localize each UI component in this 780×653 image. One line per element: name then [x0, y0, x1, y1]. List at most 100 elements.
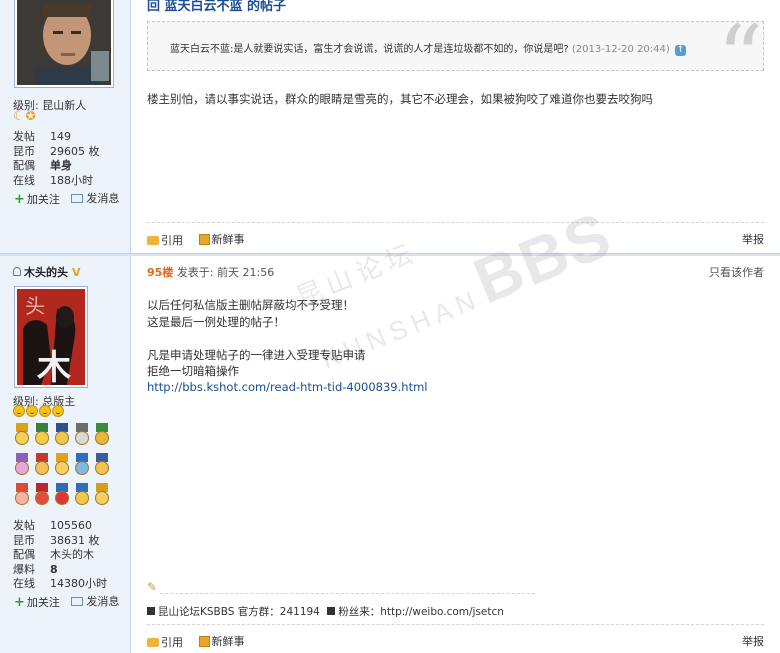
quote-text: 蓝天白云不蓝:是人就要说实话，富生才会说谎，说谎的人才是连垃圾都不如的，你说是吧…: [170, 40, 686, 56]
news-button[interactable]: 新鲜事: [198, 231, 245, 247]
medal-disc: [35, 431, 49, 445]
medal-icon[interactable]: [53, 483, 71, 507]
star-icon: ✪: [25, 109, 36, 123]
smile-icon: [13, 405, 25, 417]
avatar[interactable]: 头 木: [14, 286, 88, 388]
thread-link[interactable]: http://bbs.kshot.com/read-htm-tid-400083…: [147, 380, 427, 394]
medal-icon[interactable]: [13, 423, 31, 447]
medal-disc: [95, 491, 109, 505]
medal-icon[interactable]: [93, 423, 111, 447]
medal-icon[interactable]: [33, 453, 51, 477]
medal-icon[interactable]: [33, 423, 51, 447]
follow-button[interactable]: + 加关注: [14, 191, 60, 207]
rank-icons: [13, 405, 65, 420]
cite-button[interactable]: 引用: [147, 634, 183, 650]
medal-disc: [75, 461, 89, 475]
medal-icon[interactable]: [33, 483, 51, 507]
stat-value: 29605 枚: [50, 144, 100, 158]
medal-disc: [55, 461, 69, 475]
post-body-line: 以后任何私信版主删帖屏蔽均不予受理！: [147, 298, 354, 312]
square-icon: [147, 607, 155, 615]
message-label: 发消息: [86, 192, 120, 205]
medal-icon[interactable]: [73, 483, 91, 507]
medal-disc: [15, 491, 29, 505]
medal-icon[interactable]: [13, 453, 31, 477]
medal-grid: [13, 423, 111, 507]
cite-label: 引用: [161, 636, 183, 649]
medal-icon[interactable]: [13, 483, 31, 507]
stat-value: 单身: [50, 159, 72, 172]
stat-key: 在线: [13, 173, 35, 187]
cite-icon: [147, 637, 159, 647]
cite-icon: [147, 235, 159, 245]
signature: 昆山论坛KSBBS 官方群：241194 粉丝来：http://weibo.co…: [147, 604, 504, 619]
smile-icon: [52, 405, 64, 417]
report-button[interactable]: 举报: [742, 633, 764, 649]
user-actions: + 加关注 发消息: [14, 190, 127, 207]
medal-icon[interactable]: [73, 453, 91, 477]
medal-icon[interactable]: [73, 423, 91, 447]
signature-weibo[interactable]: 粉丝来：http://weibo.com/jsetcn: [338, 606, 504, 618]
cite-button[interactable]: 引用: [147, 232, 183, 248]
news-label: 新鲜事: [211, 233, 245, 246]
reply-title[interactable]: 回 蓝天白云不蓝 的帖子: [147, 0, 286, 14]
only-author-link[interactable]: 只看该作者: [709, 264, 764, 280]
post-toolbar: 引用 新鲜事 举报: [147, 633, 764, 650]
news-icon: [198, 233, 210, 245]
post-time: 发表于: 前天 21:56: [176, 266, 275, 279]
stat-value: 38631 枚: [50, 533, 100, 547]
stat-key: 在线: [13, 577, 35, 590]
post-meta: 95楼 发表于: 前天 21:56: [147, 264, 274, 280]
avatar-text-top: 头: [25, 294, 45, 318]
medal-disc: [95, 461, 109, 475]
quote-content: 蓝天白云不蓝:是人就要说实话，富生才会说谎，说谎的人才是连垃圾都不如的，你说是吧…: [170, 44, 569, 55]
avatar-text-bottom: 木: [36, 348, 71, 385]
signature-divider: [160, 593, 535, 594]
avatar[interactable]: [14, 0, 114, 88]
author-label: 木头的头: [24, 266, 68, 279]
quote-block: 蓝天白云不蓝:是人就要说实话，富生才会说谎，说谎的人才是连垃圾都不如的，你说是吧…: [147, 14, 764, 104]
news-button[interactable]: 新鲜事: [198, 633, 245, 649]
follow-label: 加关注: [26, 193, 60, 206]
message-button[interactable]: 发消息: [71, 190, 119, 206]
report-button[interactable]: 举报: [742, 231, 764, 247]
medal-disc: [15, 431, 29, 445]
verified-badge: V: [72, 266, 81, 279]
plus-icon: +: [14, 191, 25, 207]
follow-button[interactable]: + 加关注: [14, 594, 60, 610]
quote-mark-icon: “: [716, 6, 763, 111]
smile-icon: [26, 405, 38, 417]
cite-label: 引用: [161, 234, 183, 247]
news-icon: [198, 635, 210, 647]
medal-icon[interactable]: [53, 423, 71, 447]
medal-disc: [75, 431, 89, 445]
user-actions: + 加关注 发消息: [14, 593, 127, 610]
message-label: 发消息: [86, 595, 120, 608]
stat-value: 149: [50, 130, 71, 143]
medal-disc: [95, 431, 109, 445]
user-stat-row: 在线 188小时: [13, 172, 93, 188]
moon-icon: ☾: [13, 109, 25, 124]
jump-up-icon[interactable]: ↑: [674, 45, 686, 56]
stat-value: 188小时: [50, 173, 93, 187]
author-name[interactable]: 木头的头 V: [13, 264, 81, 280]
square-icon: [327, 607, 336, 615]
medal-disc: [35, 491, 49, 505]
stat-value: 木头的木: [50, 548, 94, 561]
quote-date: (2013-12-20 20:44): [571, 44, 670, 55]
medal-icon[interactable]: [93, 453, 111, 477]
signature-qq: 昆山论坛KSBBS 官方群：241194: [158, 606, 320, 618]
floor-number[interactable]: 95楼: [147, 266, 173, 279]
medal-icon[interactable]: [93, 483, 111, 507]
mail-icon: [71, 193, 84, 203]
medal-icon[interactable]: [53, 453, 71, 477]
stat-value: 105560: [50, 519, 92, 532]
medal-disc: [35, 461, 49, 475]
stat-value: 8: [50, 562, 58, 576]
stat-value: 14380小时: [50, 577, 107, 590]
user-stat-row: 在线 14380小时: [13, 575, 107, 591]
post-body-line: 凡是申请处理帖子的一律进入受理专贴申请: [147, 347, 366, 362]
message-button[interactable]: 发消息: [71, 593, 119, 609]
post-body-line: 拒绝一切暗箱操作: [147, 364, 239, 378]
smile-icon: [39, 405, 51, 417]
